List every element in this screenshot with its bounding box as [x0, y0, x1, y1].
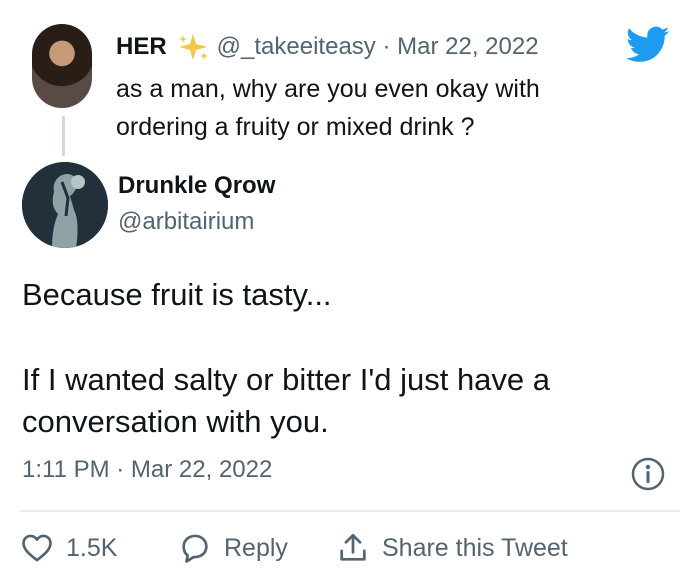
reply-header: HER @_takeeiteasy · Mar 22, 2022	[116, 30, 539, 64]
share-button[interactable]: Share this Tweet	[336, 528, 568, 568]
reply-author-name[interactable]: HER	[116, 33, 167, 61]
reply-tweet-text: as a man, why are you even okay with ord…	[116, 75, 540, 141]
reply-label: Reply	[224, 533, 288, 562]
tweet-card: HER @_takeeiteasy · Mar 22, 2022 as a ma…	[0, 0, 700, 582]
like-count: 1.5K	[66, 533, 118, 562]
twitter-bird-icon[interactable]	[626, 26, 670, 64]
tweet-timestamp[interactable]: 1:11 PM · Mar 22, 2022	[22, 456, 272, 484]
avatar-art	[22, 162, 108, 248]
author-avatar[interactable]	[22, 162, 108, 248]
reply-icon	[182, 534, 208, 563]
author-handle[interactable]: @arbitairium	[118, 208, 254, 236]
tweet-text-line: If I wanted salty or bitter I'd just hav…	[22, 362, 551, 397]
tweet-text-line: Because fruit is tasty...	[22, 277, 332, 312]
tweet-text-line: conversation with you.	[22, 404, 329, 439]
thread-connector	[62, 116, 65, 156]
divider	[20, 510, 680, 512]
heart-icon	[22, 534, 52, 562]
info-icon[interactable]	[630, 456, 666, 492]
reply-author-avatar[interactable]	[32, 24, 92, 108]
like-button[interactable]: 1.5K	[20, 528, 117, 568]
share-icon	[340, 533, 366, 561]
author-name[interactable]: Drunkle Qrow	[118, 172, 275, 200]
sparkle-icon	[178, 34, 208, 60]
reply-author-meta[interactable]: @_takeeiteasy · Mar 22, 2022	[217, 33, 539, 61]
reply-button[interactable]: Reply	[178, 528, 288, 568]
share-label: Share this Tweet	[382, 533, 568, 562]
